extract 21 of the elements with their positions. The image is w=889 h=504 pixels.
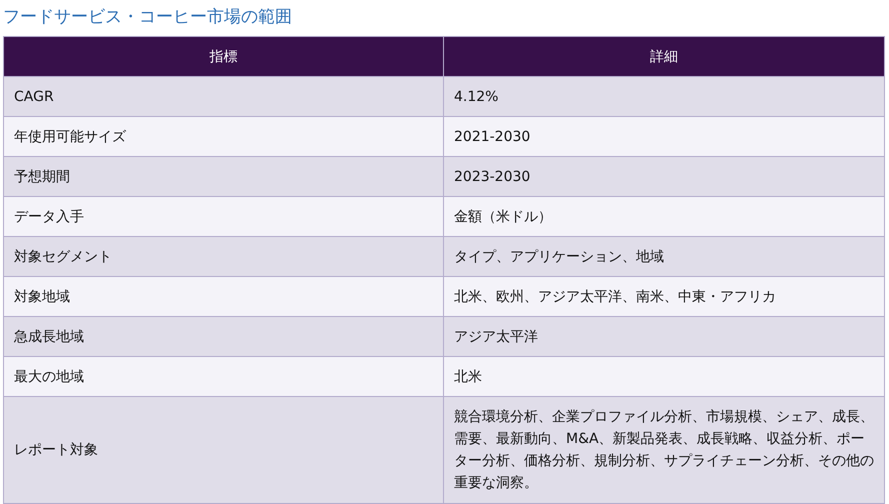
table-cell: 競合環境分析、企業プロファイル分析、市場規模、シェア、成長、需要、最新動向、M&A、新製品発表、成長戦略、収益分析、ポーター分析、価格分析、規制分析、サプライチェーン分析、その他の重要な洞察。: [444, 396, 884, 504]
table-cell: CAGR: [4, 76, 444, 116]
table-cell: 4.12%: [444, 76, 884, 116]
table-cell: 急成長地域: [4, 316, 444, 356]
table-cell: データ入手: [4, 196, 444, 236]
table-cell: 金額（米ドル）: [444, 196, 884, 236]
table-cell: タイプ、アプリケーション、地域: [444, 236, 884, 276]
table-cell: 予想期間: [4, 156, 444, 196]
table-cell: 最大の地域: [4, 356, 444, 396]
section-title: フードサービス・コーヒー市場の範囲: [3, 6, 292, 28]
table-cell: 2023-2030: [444, 156, 884, 196]
column-header: 指標: [4, 36, 444, 76]
table-cell: 2021-2030: [444, 116, 884, 156]
table-cell: アジア太平洋: [444, 316, 884, 356]
table-cell: 対象地域: [4, 276, 444, 316]
table-cell: 年使用可能サイズ: [4, 116, 444, 156]
table-cell: 対象セグメント: [4, 236, 444, 276]
column-header: 詳細: [444, 36, 884, 76]
table-cell: レポート対象: [4, 396, 444, 504]
table-cell: 北米: [444, 356, 884, 396]
table-cell: 北米、欧州、アジア太平洋、南米、中東・アフリカ: [444, 276, 884, 316]
